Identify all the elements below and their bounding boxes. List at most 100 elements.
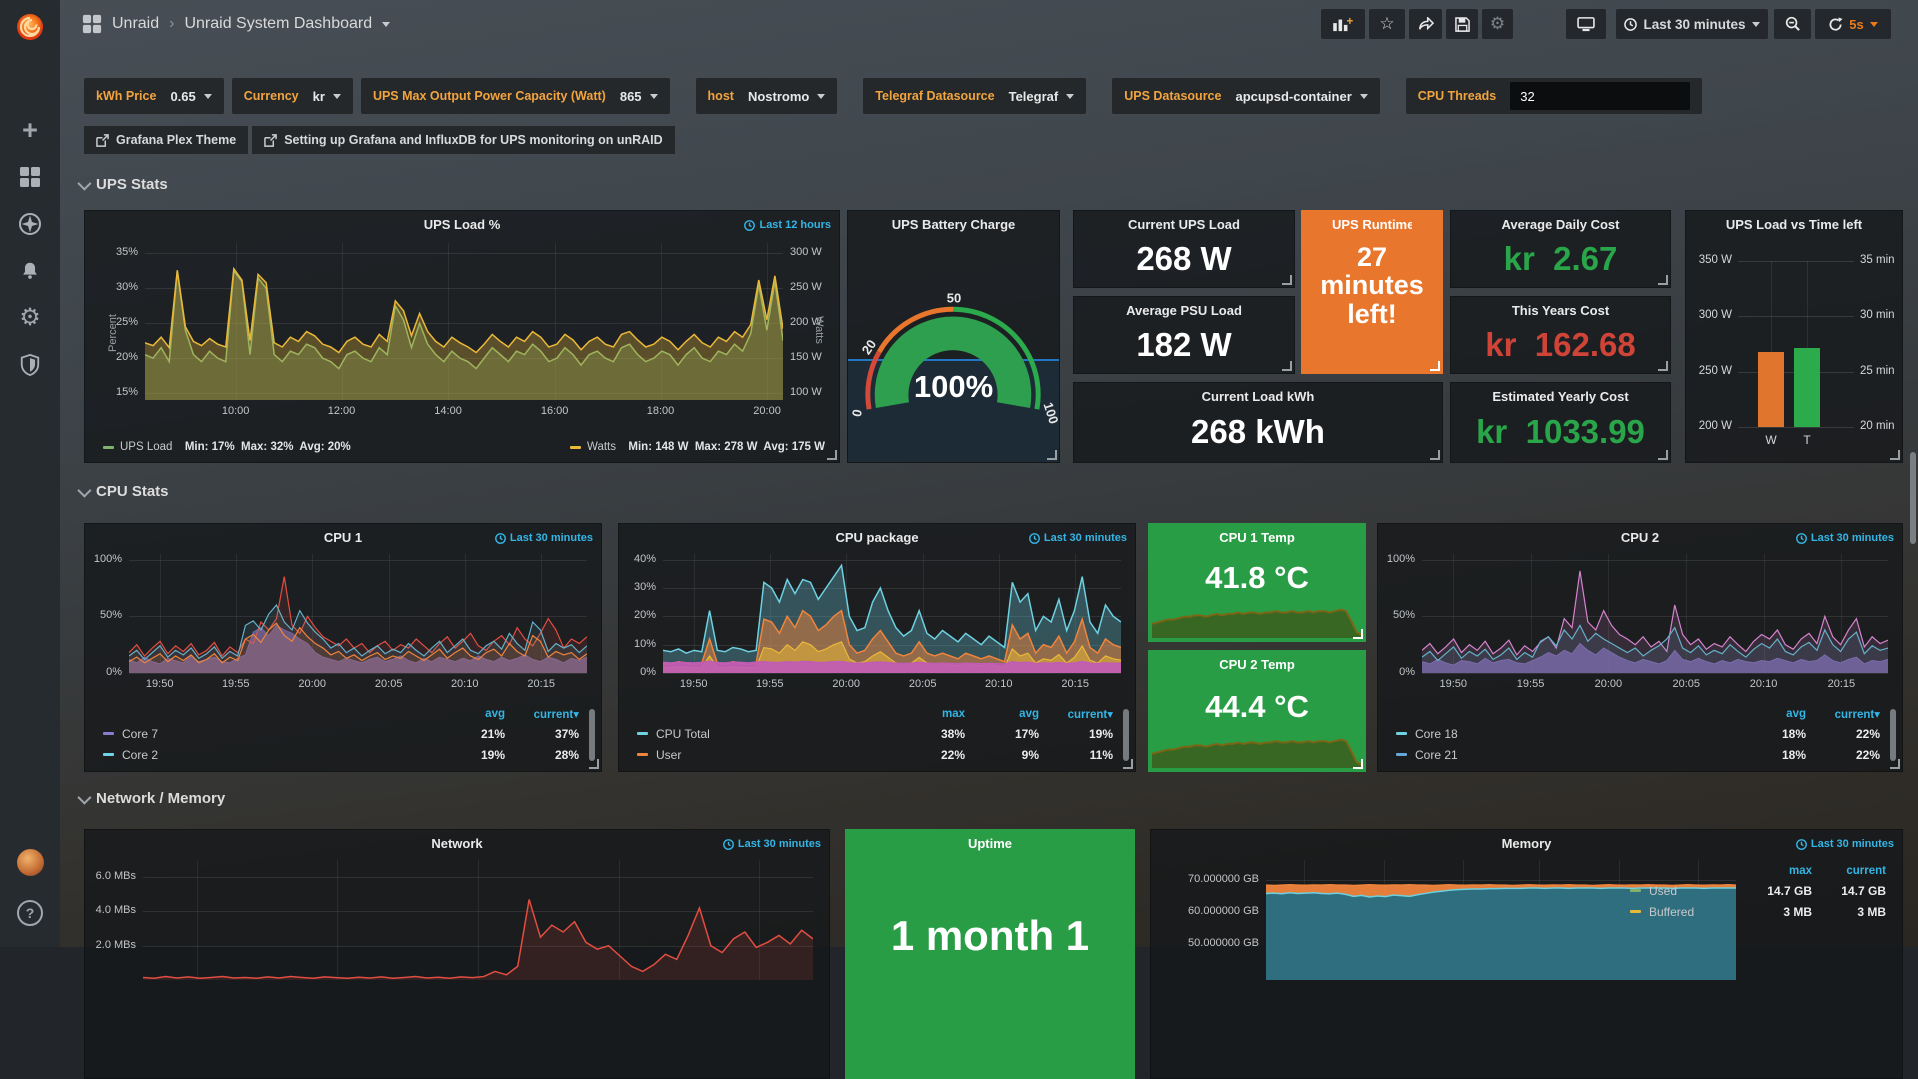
user-avatar[interactable]	[0, 844, 60, 880]
variable-telegraf-datasource[interactable]: Telegraf DatasourceTelegraf	[863, 78, 1086, 114]
zoom-out-button[interactable]	[1774, 9, 1811, 39]
share-button[interactable]	[1409, 9, 1442, 39]
panel-resize-handle[interactable]	[1047, 450, 1057, 460]
variable-value[interactable]: Nostromo	[748, 89, 809, 104]
panel-title[interactable]: UPS Battery Charge	[878, 217, 1029, 232]
variable-ups-datasource[interactable]: UPS Datasourceapcupsd-container	[1112, 78, 1380, 114]
legend-item[interactable]: UPS Load Min: 17% Max: 32% Avg: 20%	[103, 441, 351, 453]
dashboard-link[interactable]: Setting up Grafana and InfluxDB for UPS …	[252, 126, 674, 154]
legend-series-name[interactable]: Core 7	[99, 727, 431, 741]
dashboard-title-caret-icon[interactable]	[382, 22, 390, 27]
panel-time-range[interactable]: Last 30 minutes	[1796, 838, 1894, 850]
legend-col-max[interactable]: max	[891, 708, 965, 720]
help-icon[interactable]: ?	[0, 895, 60, 931]
panel-title[interactable]: Uptime	[876, 836, 1104, 851]
refresh-interval-caret-icon[interactable]	[1870, 22, 1878, 27]
variable-value[interactable]: 865	[620, 89, 642, 104]
panel-title[interactable]: Estimated Yearly Cost	[1481, 389, 1640, 404]
panel-title[interactable]: Current UPS Load	[1104, 217, 1264, 232]
panel-title[interactable]: This Years Cost	[1481, 303, 1640, 318]
legend-col-current[interactable]: current▾	[505, 707, 579, 721]
panel-title[interactable]: Current Load kWh	[1104, 389, 1412, 404]
variable-input[interactable]: 32	[1510, 82, 1690, 110]
panel-title[interactable]: CPU 1 Temp	[1179, 530, 1335, 545]
legend-col-max[interactable]: max	[1738, 865, 1812, 877]
panel-resize-handle[interactable]	[1353, 629, 1363, 639]
legend-series-name[interactable]: Core 18	[1392, 727, 1732, 741]
panel-resize-handle[interactable]	[1430, 450, 1440, 460]
panel-resize-handle[interactable]	[1658, 361, 1668, 371]
page-scrollbar[interactable]	[1910, 452, 1916, 544]
panel-resize-handle[interactable]	[1282, 275, 1292, 285]
panel-resize-handle[interactable]	[1353, 759, 1363, 769]
breadcrumb-app[interactable]: Unraid	[112, 15, 159, 33]
legend-col-avg[interactable]: avg	[1732, 708, 1806, 720]
alerting-bell-icon[interactable]	[0, 253, 60, 289]
save-button[interactable]	[1446, 9, 1478, 39]
variable-value[interactable]: apcupsd-container	[1235, 89, 1351, 104]
legend-scrollbar[interactable]	[1123, 709, 1129, 761]
section-network-memory[interactable]: Network / Memory	[78, 790, 225, 807]
panel-resize-handle[interactable]	[1658, 275, 1668, 285]
panel-title[interactable]: Average Daily Cost	[1481, 217, 1640, 232]
legend-col-current[interactable]: current▾	[1039, 707, 1113, 721]
panel-resize-handle[interactable]	[1123, 759, 1133, 769]
dashboard-settings-button[interactable]: ⚙	[1482, 9, 1513, 39]
legend-col-current[interactable]: current	[1812, 865, 1886, 877]
panel-time-range[interactable]: Last 30 minutes	[1029, 532, 1127, 544]
legend-col-avg[interactable]: avg	[965, 708, 1039, 720]
legend-series-name[interactable]: Core 21	[1392, 748, 1732, 762]
panel-resize-handle[interactable]	[827, 450, 837, 460]
apps-grid-icon[interactable]	[82, 14, 102, 34]
refresh-button[interactable]: 5s	[1815, 9, 1891, 39]
panel-title[interactable]: UPS Load %	[115, 217, 809, 232]
panel-time-range[interactable]: Last 30 minutes	[1796, 532, 1894, 544]
star-button[interactable]: ☆	[1369, 9, 1405, 39]
create-plus-icon[interactable]: +	[0, 112, 60, 148]
legend-series-name[interactable]: Used	[1626, 884, 1738, 898]
section-cpu-stats[interactable]: CPU Stats	[78, 483, 169, 500]
panel-title[interactable]: Network	[115, 836, 799, 851]
time-picker-button[interactable]: Last 30 minutes	[1616, 9, 1768, 39]
panel-title[interactable]: UPS Load vs Time left	[1716, 217, 1872, 232]
legend-scrollbar[interactable]	[589, 709, 595, 761]
cycle-view-button[interactable]	[1566, 9, 1606, 39]
legend-item[interactable]: Watts Min: 148 W Max: 278 W Avg: 175 W	[570, 441, 825, 453]
legend-col-avg[interactable]: avg	[431, 708, 505, 720]
panel-resize-handle[interactable]	[1890, 450, 1900, 460]
server-admin-shield-icon[interactable]	[0, 347, 60, 383]
add-panel-button[interactable]: +	[1321, 9, 1365, 39]
legend-series-name[interactable]: Core 2	[99, 748, 431, 762]
panel-title[interactable]: CPU 2 Temp	[1179, 657, 1335, 672]
panel-resize-handle[interactable]	[589, 759, 599, 769]
panel-resize-handle[interactable]	[1658, 450, 1668, 460]
dashboard-title[interactable]: Unraid System Dashboard	[184, 15, 372, 33]
variable-ups-max-output-power-capacity-watt-[interactable]: UPS Max Output Power Capacity (Watt)865	[361, 78, 670, 114]
legend-series-name[interactable]: User	[633, 748, 891, 762]
panel-time-range[interactable]: Last 30 minutes	[723, 838, 821, 850]
dashboards-icon[interactable]	[0, 159, 60, 195]
variable-value[interactable]: kr	[313, 89, 325, 104]
legend-col-current[interactable]: current▾	[1806, 707, 1880, 721]
panel-resize-handle[interactable]	[1282, 361, 1292, 371]
variable-host[interactable]: hostNostromo	[696, 78, 838, 114]
explore-compass-icon[interactable]	[0, 206, 60, 242]
panel-title[interactable]: Average PSU Load	[1104, 303, 1264, 318]
panel-resize-handle[interactable]	[1890, 759, 1900, 769]
refresh-interval-label[interactable]: 5s	[1849, 17, 1863, 32]
section-ups-stats[interactable]: UPS Stats	[78, 176, 168, 193]
configuration-gear-icon[interactable]: ⚙	[0, 300, 60, 336]
variable-value[interactable]: Telegraf	[1009, 89, 1059, 104]
variable-cpu-threads[interactable]: CPU Threads32	[1406, 78, 1703, 114]
variable-currency[interactable]: Currencykr	[232, 78, 353, 114]
panel-time-range[interactable]: Last 12 hours	[744, 219, 831, 231]
legend-scrollbar[interactable]	[1890, 709, 1896, 761]
variable-value[interactable]: 0.65	[170, 89, 195, 104]
legend-series-name[interactable]: Buffered	[1626, 905, 1738, 919]
variable-kwh-price[interactable]: kWh Price0.65	[84, 78, 224, 114]
panel-time-range[interactable]: Last 30 minutes	[495, 532, 593, 544]
panel-title[interactable]: Memory	[1181, 836, 1872, 851]
dashboard-link[interactable]: Grafana Plex Theme	[84, 126, 248, 154]
panel-resize-handle[interactable]	[1430, 361, 1440, 371]
grafana-logo[interactable]	[0, 6, 60, 48]
